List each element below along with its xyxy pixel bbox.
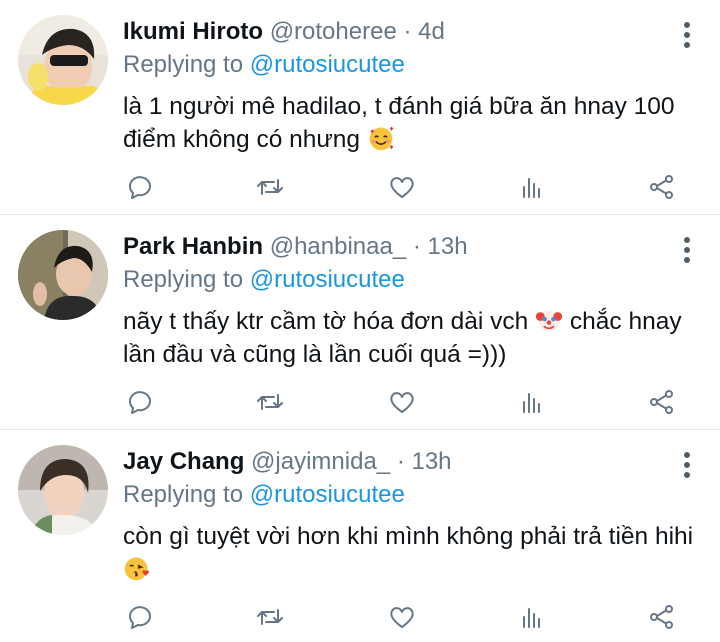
tweet-text: là 1 người mê hadilao, t đánh giá bữa ăn… <box>123 90 703 156</box>
clown-face-emoji <box>535 310 563 332</box>
replying-to-label: Replying to <box>123 481 244 508</box>
more-options-icon[interactable] <box>682 450 692 480</box>
like-icon[interactable] <box>385 385 419 419</box>
tweet-header: Ikumi Hiroto @rotoheree · 4d <box>123 17 445 47</box>
tweet-text-body: còn gì tuyệt vời hơn khi mình không phải… <box>123 523 694 550</box>
timestamp[interactable]: 13h <box>428 233 468 260</box>
mention-link[interactable]: @rutosiucutee <box>250 51 405 78</box>
share-icon[interactable] <box>645 385 679 419</box>
tweet-header: Jay Chang @jayimnida_ · 13h <box>123 447 452 477</box>
analytics-icon[interactable] <box>515 170 549 204</box>
timestamp[interactable]: 13h <box>411 448 451 475</box>
smiling-face-with-hearts-emoji <box>369 126 394 151</box>
replying-to-label: Replying to <box>123 51 244 78</box>
tweet[interactable]: Jay Chang @jayimnida_ · 13h Replying to … <box>0 430 720 642</box>
analytics-icon[interactable] <box>515 385 549 419</box>
retweet-icon[interactable] <box>253 600 287 634</box>
avatar[interactable] <box>18 15 108 105</box>
reply-icon[interactable] <box>123 600 157 634</box>
retweet-icon[interactable] <box>253 170 287 204</box>
tweet-actions <box>123 385 688 419</box>
separator-dot: · <box>396 448 405 475</box>
display-name[interactable]: Jay Chang <box>123 448 244 475</box>
analytics-icon[interactable] <box>515 600 549 634</box>
tweet-actions <box>123 600 688 634</box>
username[interactable]: @jayimnida_ <box>251 448 390 475</box>
replying-to-label: Replying to <box>123 266 244 293</box>
mention-link[interactable]: @rutosiucutee <box>250 266 405 293</box>
avatar[interactable] <box>18 230 108 320</box>
like-icon[interactable] <box>385 600 419 634</box>
display-name[interactable]: Ikumi Hiroto <box>123 18 263 45</box>
tweet-text-body: nãy t thấy ktr cầm tờ hóa đơn dài vch <box>123 308 529 335</box>
more-options-icon[interactable] <box>682 235 692 265</box>
username[interactable]: @hanbinaa_ <box>270 233 406 260</box>
avatar[interactable] <box>18 445 108 535</box>
replying-to: Replying to @rutosiucutee <box>123 480 405 510</box>
face-blowing-kiss-emoji <box>124 557 149 581</box>
separator-dot: · <box>412 233 421 260</box>
share-icon[interactable] <box>645 170 679 204</box>
share-icon[interactable] <box>645 600 679 634</box>
retweet-icon[interactable] <box>253 385 287 419</box>
tweet-text: còn gì tuyệt vời hơn khi mình không phải… <box>123 520 703 586</box>
more-options-icon[interactable] <box>682 20 692 50</box>
username[interactable]: @rotoheree <box>270 18 397 45</box>
timestamp[interactable]: 4d <box>418 18 445 45</box>
like-icon[interactable] <box>385 170 419 204</box>
tweet-text-body: là 1 người mê hadilao, t đánh giá bữa ăn… <box>123 93 675 153</box>
tweet-header: Park Hanbin @hanbinaa_ · 13h <box>123 232 468 262</box>
reply-icon[interactable] <box>123 170 157 204</box>
display-name[interactable]: Park Hanbin <box>123 233 263 260</box>
tweet[interactable]: Park Hanbin @hanbinaa_ · 13h Replying to… <box>0 215 720 429</box>
tweet-text: nãy t thấy ktr cầm tờ hóa đơn dài vch ch… <box>123 305 703 371</box>
reply-icon[interactable] <box>123 385 157 419</box>
mention-link[interactable]: @rutosiucutee <box>250 481 405 508</box>
replying-to: Replying to @rutosiucutee <box>123 265 405 295</box>
tweet[interactable]: Ikumi Hiroto @rotoheree · 4d Replying to… <box>0 0 720 214</box>
replying-to: Replying to @rutosiucutee <box>123 50 405 80</box>
separator-dot: · <box>403 18 412 45</box>
tweet-actions <box>123 170 688 204</box>
